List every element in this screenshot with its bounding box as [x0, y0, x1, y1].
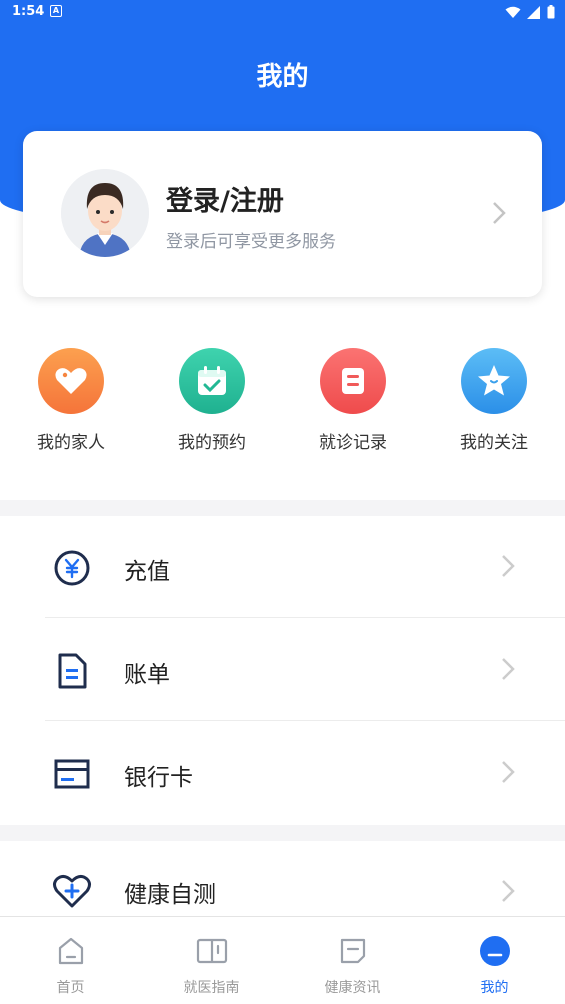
menu-label: 账单 — [124, 662, 170, 688]
menu-item-bank-card[interactable]: 银行卡 — [0, 722, 565, 824]
quick-action-label: 我的预约 — [178, 433, 246, 453]
heart-plus-icon — [52, 871, 92, 911]
quick-actions: 我的家人 我的预约 就诊记录 我的关注 — [0, 348, 565, 468]
chevron-right-icon — [502, 880, 515, 902]
menu-item-health-test[interactable]: 健康自测 — [0, 841, 565, 916]
calendar-check-icon — [179, 348, 245, 414]
tab-label: 健康资讯 — [324, 980, 381, 996]
tab-label: 就医指南 — [183, 980, 240, 996]
menu-item-bill[interactable]: 账单 — [0, 619, 565, 721]
bottom-tab-bar: 首页 就医指南 健康资讯 我的 — [0, 916, 565, 1004]
tab-home[interactable]: 首页 — [0, 917, 141, 1004]
section-divider — [0, 825, 565, 841]
status-time: 1:54 — [12, 4, 45, 19]
quick-action-label: 我的家人 — [37, 433, 105, 453]
section-divider — [0, 500, 565, 516]
page-title: 我的 — [256, 62, 309, 92]
chevron-right-icon — [502, 761, 515, 783]
menu-label: 银行卡 — [124, 765, 193, 791]
quick-action-family[interactable]: 我的家人 — [11, 348, 131, 453]
chevron-right-icon — [502, 555, 515, 577]
quick-action-label: 就诊记录 — [319, 433, 387, 453]
star-icon — [461, 348, 527, 414]
menu-item-recharge[interactable]: 充值 — [0, 516, 565, 618]
status-bar: 1:54 A — [0, 0, 565, 24]
menu-label: 健康自测 — [124, 882, 216, 908]
quick-action-records[interactable]: 就诊记录 — [293, 348, 413, 453]
profile-icon — [479, 935, 511, 967]
notification-icon: A — [50, 5, 62, 17]
login-title[interactable]: 登录/注册 — [166, 179, 284, 218]
profile-card[interactable]: 登录/注册 登录后可享受更多服务 — [23, 131, 542, 297]
tab-guide[interactable]: 就医指南 — [141, 917, 282, 1004]
signal-icon — [527, 5, 540, 19]
tab-mine[interactable]: 我的 — [424, 917, 565, 1004]
menu-separator — [45, 617, 565, 618]
status-icons — [505, 5, 555, 19]
chevron-right-icon — [493, 202, 506, 224]
heart-tag-icon — [38, 348, 104, 414]
home-icon — [55, 935, 87, 967]
avatar[interactable] — [61, 169, 149, 257]
bank-card-icon — [52, 754, 92, 794]
tab-label: 我的 — [480, 980, 509, 996]
menu-separator — [45, 720, 565, 721]
book-icon — [196, 935, 228, 967]
quick-action-label: 我的关注 — [460, 433, 528, 453]
quick-action-appointment[interactable]: 我的预约 — [152, 348, 272, 453]
login-subtitle: 登录后可享受更多服务 — [166, 232, 336, 252]
news-icon — [337, 935, 369, 967]
yen-circle-icon — [52, 548, 92, 588]
record-icon — [320, 348, 386, 414]
wifi-icon — [505, 6, 521, 18]
avatar-illustration — [61, 169, 149, 257]
chevron-right-icon — [502, 658, 515, 680]
tab-news[interactable]: 健康资讯 — [282, 917, 423, 1004]
quick-action-follow[interactable]: 我的关注 — [434, 348, 554, 453]
battery-icon — [547, 5, 555, 19]
menu-label: 充值 — [124, 559, 170, 585]
bill-icon — [52, 651, 92, 691]
tab-label: 首页 — [56, 980, 85, 996]
